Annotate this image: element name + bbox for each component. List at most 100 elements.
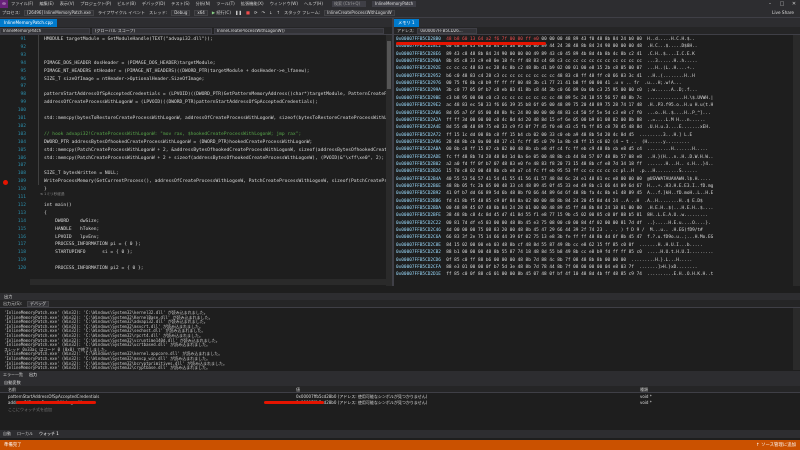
memory-row[interactable]: 0x00007FFB5CD2B02 a2 a0 fd ff 0f b7 07 4… <box>396 162 713 167</box>
tab-error-list[interactable]: エラー一覧 <box>0 372 26 378</box>
code-editor[interactable]: 91 92 93 94 95 96 97 98 99 100 101 102 103 104 105 106 1… <box>0 35 392 286</box>
memory-row[interactable]: 0x00007FFB5CD290A 8b 85 c8 33 c9 e8 0e 1… <box>396 59 697 64</box>
code-line[interactable]: patternStartAddressOfSpAcceptedCredentia… <box>44 92 392 97</box>
memory-row[interactable]: 0x00007FFB5CD2CFA 88 e3 01 00 00 0f b7 5… <box>396 265 697 270</box>
maximize-icon[interactable]: □ <box>776 1 788 7</box>
menu-item[interactable]: 分析(N) <box>193 1 214 7</box>
code-line[interactable]: // hook advapi32!CreateProcessWithLogonW… <box>44 132 301 137</box>
memory-row[interactable]: 0x00007FFB5CD2A4E 8d 55 d0 48 89 75 e0 3… <box>396 125 711 130</box>
code-line[interactable]: DWORD dwSize; <box>44 219 99 224</box>
code-line[interactable]: PIMAGE_DOS_HEADER dosHeader = (PIMAGE_DO… <box>44 61 215 66</box>
memory-row[interactable]: 0x00007FFB5CD292E cc cc cc 48 83 ec 28 4… <box>396 66 695 71</box>
lifecycle-events-button[interactable]: ライフサイクル イベント <box>96 10 147 16</box>
tab-output[interactable]: 出力 <box>26 372 40 378</box>
code-line[interactable]: int main() <box>44 203 72 208</box>
memory-row[interactable]: 0x00007FFB5CD2B4A 40 55 53 56 57 41 54 4… <box>396 177 711 182</box>
memory-row[interactable]: 0x00007FFB5CD2CB2 88 b1 00 00 00 48 8b 5… <box>396 250 713 255</box>
stop-icon[interactable]: ■ <box>244 10 252 15</box>
scope-select[interactable]: (グローバル スコープ) <box>92 27 212 34</box>
memory-row[interactable]: 0x00007FFB5CD2C8E 84 15 02 00 00 eb 03 4… <box>396 243 703 248</box>
menu-item[interactable]: ビルド(B) <box>114 1 139 7</box>
menu-item[interactable]: テスト(S) <box>168 1 193 7</box>
autos-table[interactable]: patternStartAddressOfSpAcceptedCredentia… <box>0 393 800 427</box>
code-line[interactable]: WriteProcessMemory(GetCurrentProcess(), … <box>44 179 392 184</box>
memory-row[interactable]: 0x00007FFB5CD2A2A ff ff 3d 00 00 00 c0 4… <box>396 118 705 123</box>
memory-row[interactable]: 0x00007FFB5CD2952 b6 c0 48 83 c4 28 c3 c… <box>396 74 695 79</box>
memory-view[interactable]: 0x00007FFB5CD28B0 48 b8 60 13 64 a2 f6 7… <box>394 35 800 286</box>
menu-item[interactable]: デバッグ(D) <box>139 1 168 7</box>
address-input[interactable]: 0x00007FFB5CD26... <box>417 27 478 34</box>
tab-locals[interactable]: ローカル <box>14 431 36 437</box>
breakpoint-icon[interactable] <box>3 179 8 185</box>
memory-row[interactable]: 0x00007FFB5CD2C22 00 81 7d df e5 03 00 0… <box>396 221 711 226</box>
search-input[interactable]: 検索 (Ctrl+Q) <box>332 1 367 7</box>
code-line[interactable]: LPVOID lpvEnv; <box>44 235 99 240</box>
memory-row[interactable]: 0x00007FFB5CD29BE c3 b8 95 00 00 c0 c3 c… <box>396 96 713 101</box>
code-line[interactable]: { <box>44 211 47 216</box>
menu-item[interactable]: ヘルプ(H) <box>301 1 326 7</box>
memory-row[interactable]: 0x00007FFB5CD2ABA 00 8b c8 ff 15 87 cb 0… <box>396 147 708 152</box>
tab-autos[interactable]: 自動 <box>0 431 14 437</box>
stack-frame-select[interactable]: InlineCreateProcessWithLogonW <box>324 9 395 16</box>
live-share-button[interactable]: Live Share <box>772 10 800 15</box>
step-over-icon[interactable]: ↷ <box>260 10 268 15</box>
source-control-button[interactable]: ↑ ソース管理に追加 <box>756 442 796 448</box>
memory-row[interactable]: 0x00007FFB5CD2CD6 0f 85 c0 ff 88 b6 00 0… <box>396 258 692 263</box>
output-source-select[interactable]: デバッグ <box>27 300 50 307</box>
code-line[interactable]: std::memcpy(bytesToRestoreCreateProcessW… <box>44 116 392 121</box>
memory-row[interactable]: 0x00007FFB5CD2A72 ff 15 1c dd 00 8b c8 f… <box>396 133 692 138</box>
menu-item[interactable]: プロジェクト(P) <box>77 1 114 7</box>
code-line[interactable]: DWORD_PTR addressBytesOfhookedCreateProc… <box>44 140 312 145</box>
menu-item[interactable]: ツール(T) <box>213 1 237 7</box>
tab-inlinememorypatch-cpp[interactable]: InlineMemoryPatch.cpp <box>0 19 57 27</box>
memory-row[interactable]: 0x00007FFB5CD28E6 89 43 c8 48 8b 84 24 9… <box>396 52 695 57</box>
config-select[interactable]: Debug <box>171 9 191 16</box>
code-line[interactable]: STARTUPINFO si = { 0 }; <box>44 250 132 255</box>
step-into-icon[interactable]: ↓ <box>267 10 275 15</box>
restart-icon[interactable]: ⟳ <box>252 10 260 15</box>
code-line[interactable]: std::memcpy(PatchCreateProcessWithLogonW… <box>44 156 384 161</box>
menu-item[interactable]: ファイル(F) <box>8 1 36 7</box>
menu-item[interactable]: ウィンドウ(W) <box>267 1 301 7</box>
menu-item[interactable]: 表示(V) <box>57 1 78 7</box>
tab-watch-1[interactable]: ウォッチ 1 <box>36 431 62 437</box>
memory-row[interactable]: 0x00007FFB5CD2BFE 38 48 8b c8 4c 8d 45 d… <box>396 213 708 218</box>
memory-vertical-scrollbar[interactable] <box>793 35 800 286</box>
minimize-icon[interactable]: – <box>764 1 776 7</box>
project-select[interactable]: InlineMemoryPatch <box>0 27 90 34</box>
menu-item[interactable]: 編集(E) <box>36 1 56 7</box>
code-line[interactable]: HMODULE targetModule = GetModuleHandle(T… <box>44 37 213 42</box>
code-line[interactable]: PROCESS_INFORMATION pi = { 0 }; <box>44 242 141 247</box>
memory-row[interactable]: 0x00007FFB5CD2B6E 48 8b 05 fc 2b 05 00 4… <box>396 184 713 189</box>
memory-row[interactable]: 0x00007FFB5CD2BB6 fd 41 8b f5 48 85 c9 0… <box>396 199 703 204</box>
memory-row[interactable]: 0x00007FFB5CD2A06 8d 05 a7 6f 05 00 48 8… <box>396 111 711 116</box>
output-vertical-scrollbar[interactable] <box>793 308 800 370</box>
memory-window-title[interactable]: メモリ 1 <box>394 18 419 27</box>
pause-icon[interactable]: ❚❚ <box>233 10 244 15</box>
memory-row[interactable]: 0x00007FFB5CD2D1E ff 85 c0 0f 88 c6 01 0… <box>396 272 713 277</box>
close-icon[interactable]: ✕ <box>788 1 800 7</box>
editor-horizontal-scrollbar[interactable] <box>30 279 386 285</box>
memory-row[interactable]: 0x00007FFB5CD2976 00 75 f6 8b c0 b9 ff f… <box>396 81 682 86</box>
scrollbar-thumb[interactable] <box>387 41 391 89</box>
function-select[interactable]: InlineCreateProcessWithLogonW() <box>214 27 384 34</box>
memory-row[interactable]: 0x00007FFB5CD2BDA 00 48 89 45 07 48 8b 8… <box>396 206 713 211</box>
code-line[interactable]: SIZE_T sizeOfImage = ntHeader->OptionalH… <box>44 77 204 82</box>
autos-row-0-name[interactable]: patternStartAddressOfSpAcceptedCredentia… <box>8 394 99 399</box>
menu-item[interactable]: 拡張機能(X) <box>238 1 267 7</box>
memory-row[interactable]: 0x00007FFB5CD28C2 00 48 89 43 e8 8b 84 2… <box>396 44 697 49</box>
memory-row[interactable]: 0x00007FFB5CD2B26 15 70 c8 02 00 48 8b c… <box>396 169 697 174</box>
process-select[interactable]: [26496] InlineMemoryPatch.exe <box>24 9 94 16</box>
memory-row[interactable]: 0x00007FFB5CD2A96 28 48 8b cb 0a 00 48 1… <box>396 140 689 145</box>
memory-row[interactable]: 0x00007FFB5CD2B92 41 0f b7 dd 66 89 5d 6… <box>396 191 713 196</box>
code-line[interactable]: PIMAGE_NT_HEADERS ntHeader = (PIMAGE_NT_… <box>44 69 310 74</box>
output-log[interactable]: 'InlineMemoryPatch.exe' (Win32): 'C:\Win… <box>0 308 800 370</box>
continue-button[interactable]: ▶ 続行(C) <box>210 10 233 16</box>
code-line[interactable]: PROCESS_INFORMATION pi2 = { 0 }; <box>44 266 144 271</box>
memory-row[interactable]: 0x00007FFB5CD2C46 4d 00 00 00 75 08 83 2… <box>396 228 703 233</box>
platform-select[interactable]: x64 <box>194 9 208 16</box>
add-watch-hint[interactable]: ここにウォッチ式を追加 <box>8 407 52 413</box>
code-line[interactable]: SIZE_T bytesWritten = NULL; <box>44 171 119 176</box>
memory-row[interactable]: 0x00007FFB5CD29E2 ac 48 83 ec 50 33 f6 6… <box>396 103 713 108</box>
code-line[interactable]: HANDLE hToken; <box>44 227 99 232</box>
